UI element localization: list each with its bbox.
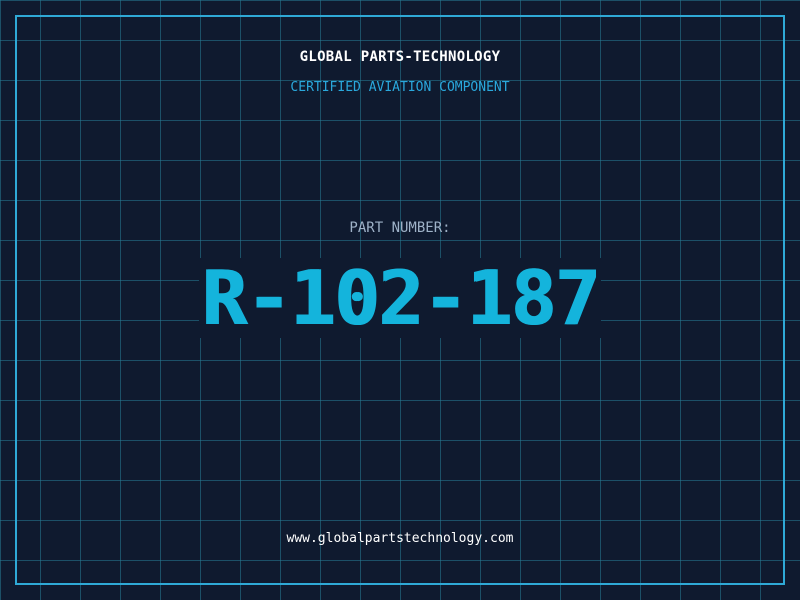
- brand-title: GLOBAL PARTS-TECHNOLOGY: [299, 49, 501, 65]
- certification-subtitle: CERTIFIED AVIATION COMPONENT: [290, 80, 510, 95]
- part-number-label: PART NUMBER:: [349, 220, 451, 236]
- website-url: www.globalpartstechnology.com: [286, 531, 514, 546]
- part-number-container: R-102-187: [0, 258, 800, 338]
- part-number-value: R-102-187: [199, 254, 601, 342]
